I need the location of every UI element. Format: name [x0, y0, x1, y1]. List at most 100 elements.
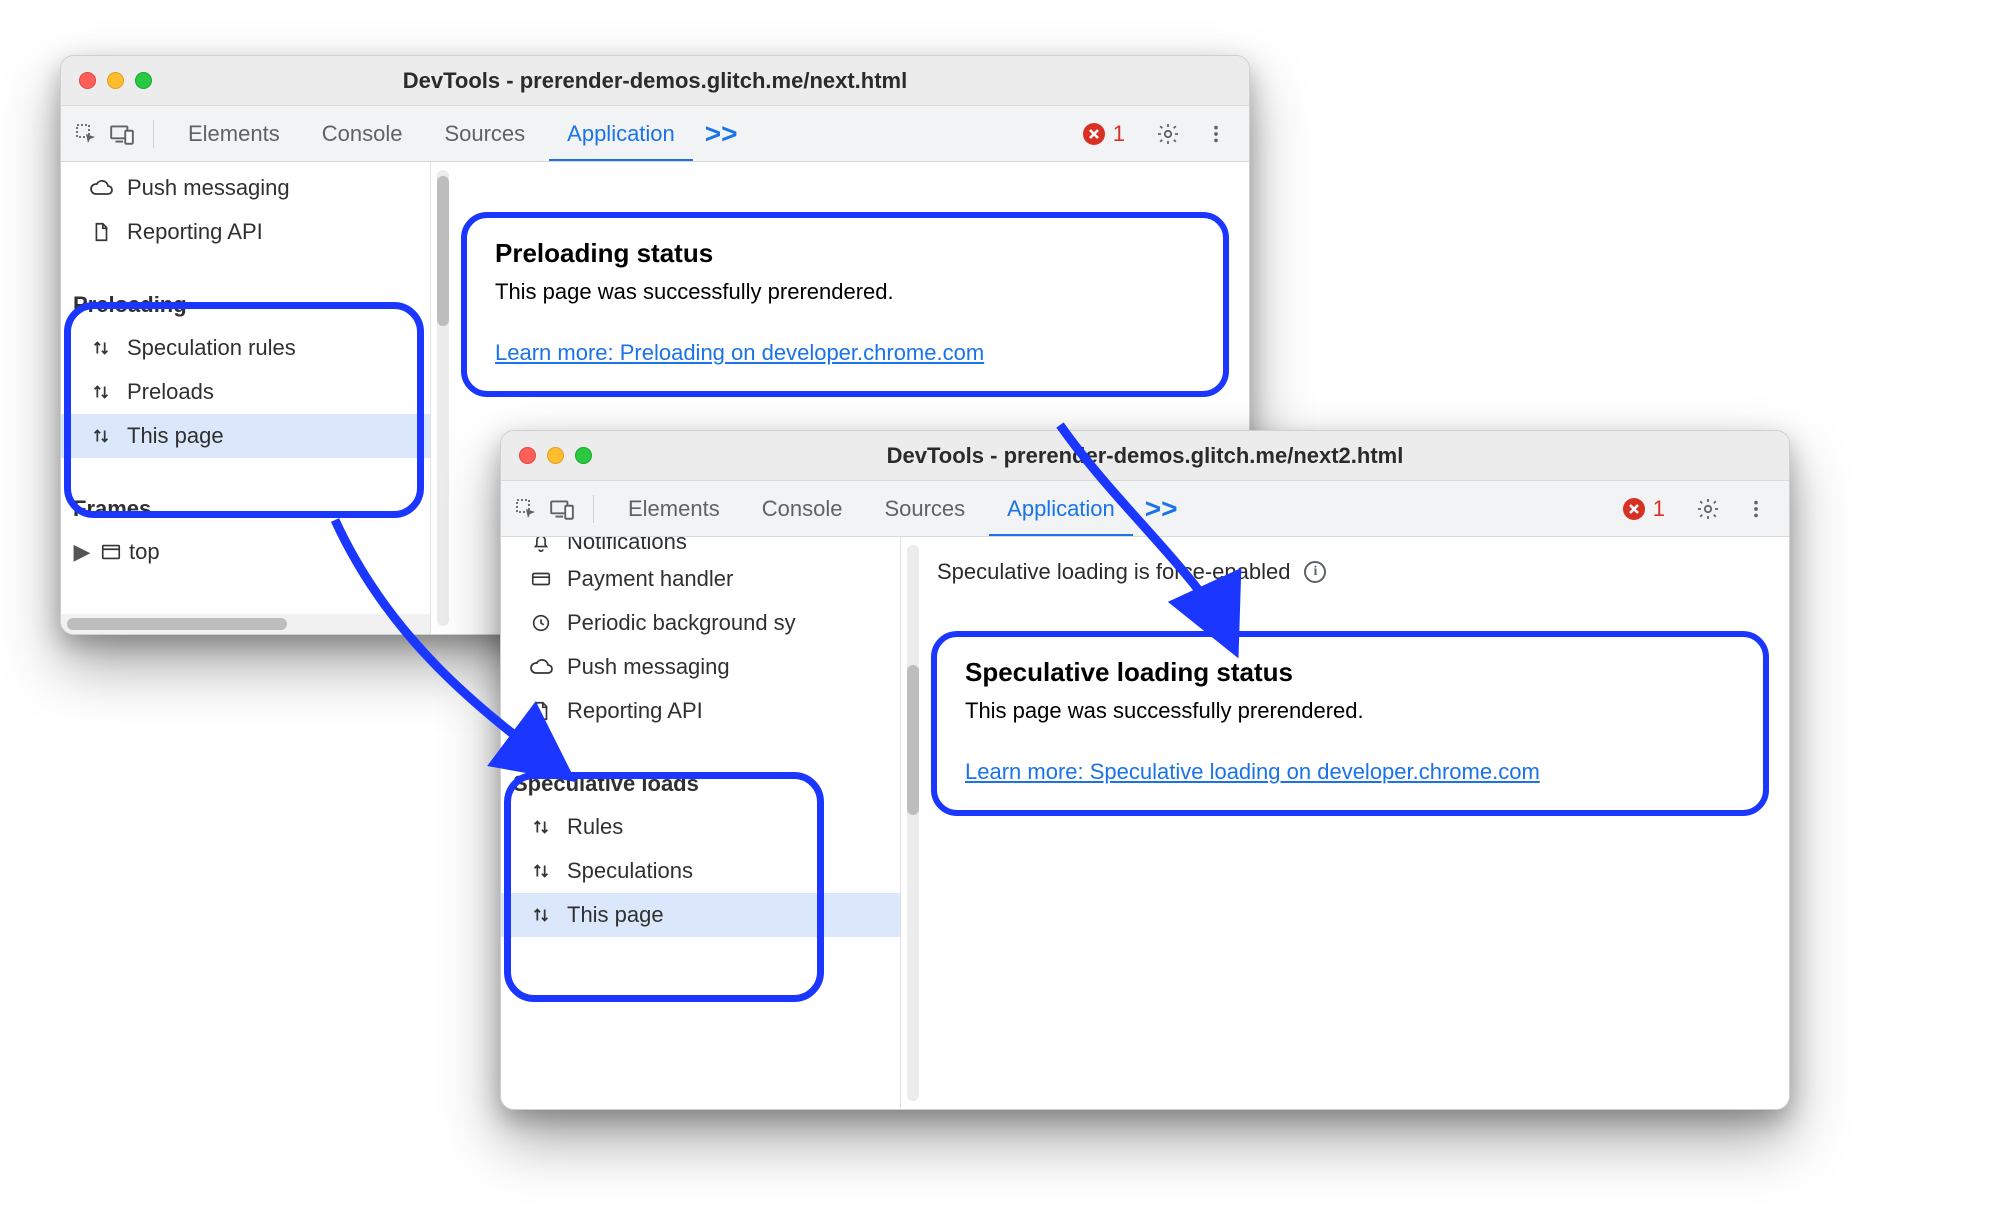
disclosure-triangle-icon[interactable]: ▶ — [73, 539, 91, 565]
status-title: Preloading status — [495, 238, 1195, 269]
tab-application[interactable]: Application — [989, 481, 1133, 537]
error-count: 1 — [1113, 121, 1125, 147]
sidebar-item-label: This page — [567, 902, 664, 928]
device-toolbar-icon[interactable] — [547, 494, 577, 524]
arrows-updown-icon — [89, 336, 113, 360]
cloud-icon — [529, 655, 553, 679]
status-desc: This page was successfully prerendered. — [965, 698, 1735, 724]
file-icon — [529, 699, 553, 723]
sidebar-item-label: Preloads — [127, 379, 214, 405]
main-panel: Speculative loading is force-enabled i S… — [901, 537, 1789, 1109]
sidebar-item-speculations[interactable]: Speculations — [501, 849, 900, 893]
status-box: Speculative loading status This page was… — [931, 631, 1769, 816]
horizontal-scrollbar[interactable] — [61, 614, 430, 634]
file-icon — [89, 220, 113, 244]
maximize-icon[interactable] — [575, 447, 592, 464]
sidebar-item-push-messaging[interactable]: Push messaging — [501, 645, 900, 689]
minimize-icon[interactable] — [547, 447, 564, 464]
titlebar: DevTools - prerender-demos.glitch.me/nex… — [501, 431, 1789, 481]
clock-icon — [529, 611, 553, 635]
tab-application[interactable]: Application — [549, 106, 693, 162]
error-count: 1 — [1653, 496, 1665, 522]
scrollbar-thumb[interactable] — [437, 176, 449, 326]
learn-more-link[interactable]: Learn more: Preloading on developer.chro… — [495, 340, 984, 365]
arrows-updown-icon — [529, 815, 553, 839]
close-icon[interactable] — [519, 447, 536, 464]
sidebar-item-label: Reporting API — [567, 698, 703, 724]
kebab-menu-icon[interactable] — [1741, 494, 1771, 524]
inspect-icon[interactable] — [71, 119, 101, 149]
window-icon — [99, 540, 123, 564]
credit-card-icon — [529, 567, 553, 591]
more-tabs-icon[interactable]: >> — [699, 118, 744, 150]
banner-text: Speculative loading is force-enabled — [937, 559, 1290, 585]
window-title: DevTools - prerender-demos.glitch.me/nex… — [501, 443, 1789, 469]
more-tabs-icon[interactable]: >> — [1139, 493, 1184, 525]
vertical-scrollbar[interactable] — [437, 170, 449, 626]
scrollbar-thumb[interactable] — [907, 665, 919, 815]
device-toolbar-icon[interactable] — [107, 119, 137, 149]
sidebar-item-label: Push messaging — [127, 175, 290, 201]
sidebar: Push messaging Reporting API Preloading … — [61, 162, 431, 634]
error-badge[interactable]: 1 — [1073, 121, 1135, 147]
sidebar-item-reporting-api[interactable]: Reporting API — [61, 210, 430, 254]
status-box: Preloading status This page was successf… — [461, 212, 1229, 397]
error-icon — [1623, 498, 1645, 520]
right-controls: 1 — [1073, 119, 1239, 149]
window-title: DevTools - prerender-demos.glitch.me/nex… — [61, 68, 1249, 94]
arrows-updown-icon — [89, 380, 113, 404]
sidebar-item-this-page[interactable]: This page — [61, 414, 430, 458]
sidebar-section-speculative: Speculative loads — [501, 759, 900, 805]
sidebar-item-this-page[interactable]: This page — [501, 893, 900, 937]
sidebar-item-label: This page — [127, 423, 224, 449]
sidebar-item-rules[interactable]: Rules — [501, 805, 900, 849]
arrows-updown-icon — [89, 424, 113, 448]
separator — [593, 495, 594, 523]
learn-more-link[interactable]: Learn more: Speculative loading on devel… — [965, 759, 1540, 784]
sidebar-item-top-frame[interactable]: ▶ top — [61, 530, 430, 574]
sidebar-item-speculation-rules[interactable]: Speculation rules — [61, 326, 430, 370]
sidebar-item-label: Speculations — [567, 858, 693, 884]
scrollbar-thumb[interactable] — [67, 618, 287, 630]
sidebar-item-label: Reporting API — [127, 219, 263, 245]
arrows-updown-icon — [529, 859, 553, 883]
devtools-window-2: DevTools - prerender-demos.glitch.me/nex… — [500, 430, 1790, 1110]
sidebar-item-notifications[interactable]: Notifications — [501, 537, 900, 557]
close-icon[interactable] — [79, 72, 96, 89]
kebab-menu-icon[interactable] — [1201, 119, 1231, 149]
toolbar: Elements Console Sources Application >> … — [501, 481, 1789, 537]
tab-sources[interactable]: Sources — [426, 106, 543, 162]
traffic-lights — [501, 447, 592, 464]
inspect-icon[interactable] — [511, 494, 541, 524]
tab-elements[interactable]: Elements — [170, 106, 298, 162]
tab-sources[interactable]: Sources — [866, 481, 983, 537]
tab-console[interactable]: Console — [744, 481, 861, 537]
maximize-icon[interactable] — [135, 72, 152, 89]
sidebar-item-label: Periodic background sy — [567, 610, 796, 636]
force-enabled-banner: Speculative loading is force-enabled i — [937, 559, 1769, 585]
sidebar-item-payment-handler[interactable]: Payment handler — [501, 557, 900, 601]
error-badge[interactable]: 1 — [1613, 496, 1675, 522]
gear-icon[interactable] — [1153, 119, 1183, 149]
vertical-scrollbar[interactable] — [907, 545, 919, 1101]
sidebar-item-preloads[interactable]: Preloads — [61, 370, 430, 414]
info-icon[interactable]: i — [1304, 561, 1326, 583]
cloud-icon — [89, 176, 113, 200]
gear-icon[interactable] — [1693, 494, 1723, 524]
status-desc: This page was successfully prerendered. — [495, 279, 1195, 305]
sidebar-item-reporting-api[interactable]: Reporting API — [501, 689, 900, 733]
arrows-updown-icon — [529, 903, 553, 927]
tab-console[interactable]: Console — [304, 106, 421, 162]
sidebar: Notifications Payment handler Periodic b… — [501, 537, 901, 1109]
sidebar-item-push-messaging[interactable]: Push messaging — [61, 166, 430, 210]
sidebar-section-frames: Frames — [61, 484, 430, 530]
sidebar-item-label: top — [129, 539, 160, 565]
separator — [153, 120, 154, 148]
tab-elements[interactable]: Elements — [610, 481, 738, 537]
minimize-icon[interactable] — [107, 72, 124, 89]
right-controls: 1 — [1613, 494, 1779, 524]
sidebar-item-periodic-bg-sync[interactable]: Periodic background sy — [501, 601, 900, 645]
sidebar-section-preloading: Preloading — [61, 280, 430, 326]
error-icon — [1083, 123, 1105, 145]
titlebar: DevTools - prerender-demos.glitch.me/nex… — [61, 56, 1249, 106]
